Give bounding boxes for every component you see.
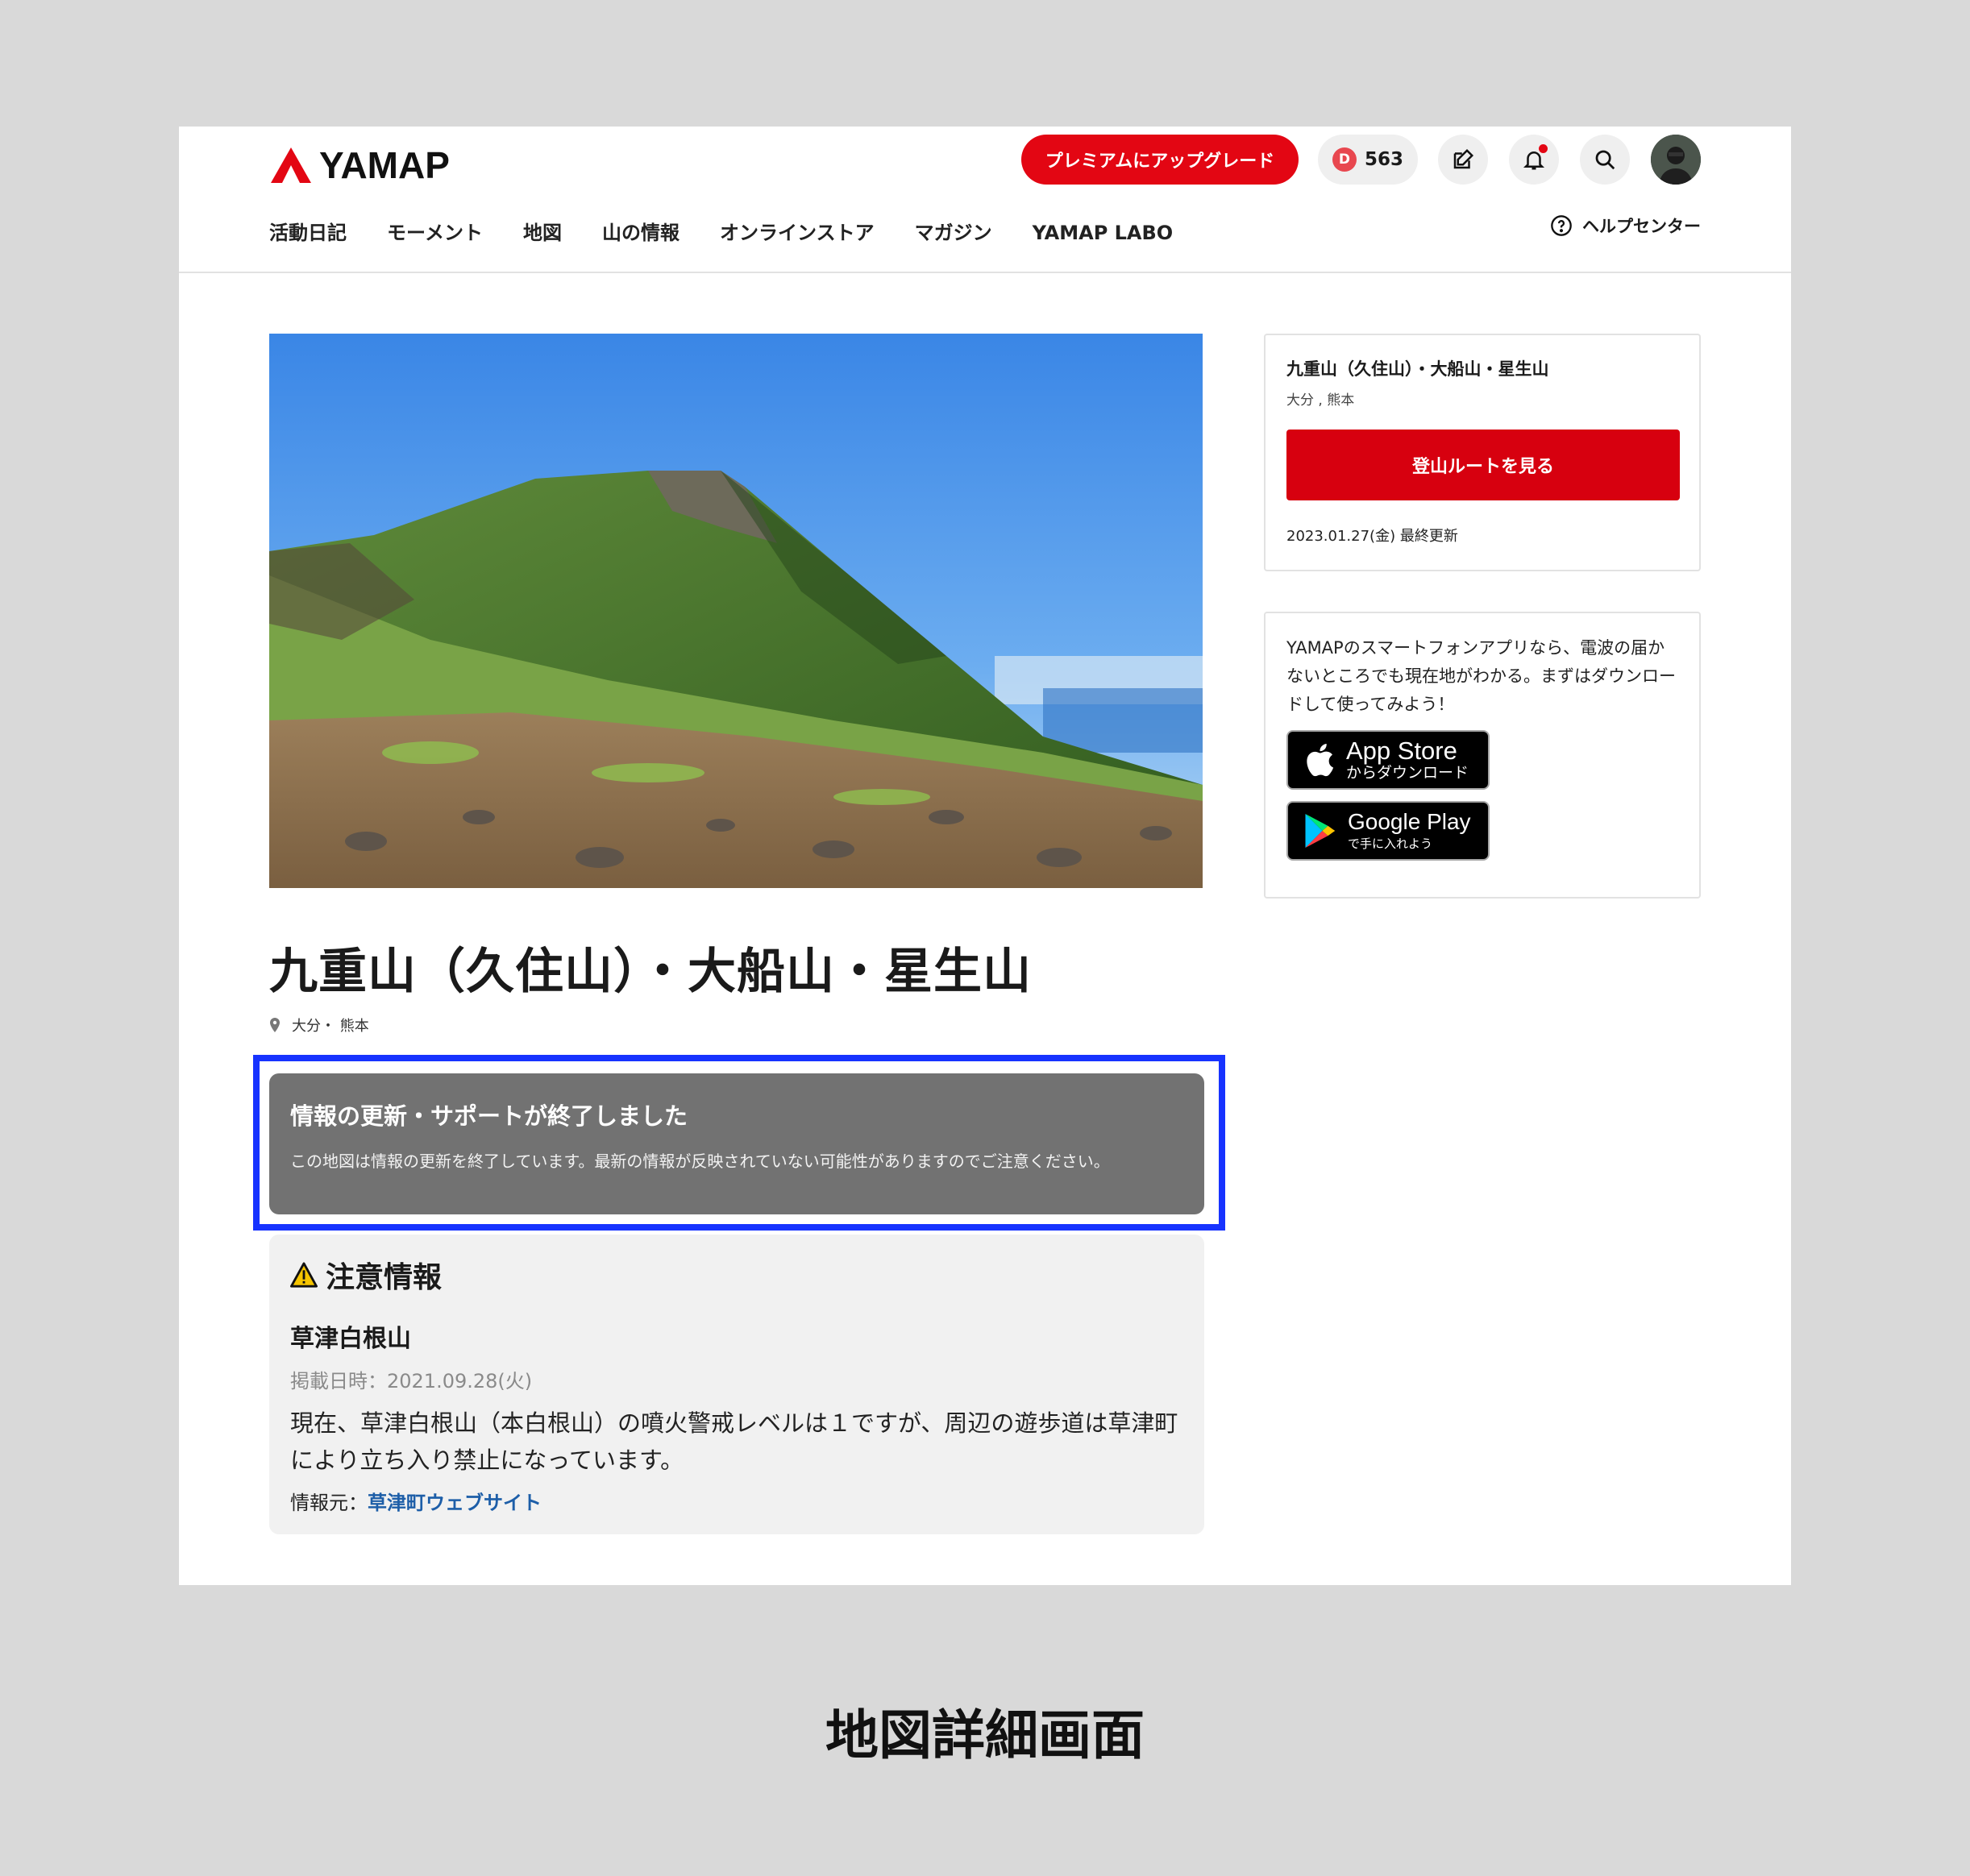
edit-button[interactable]: [1438, 135, 1488, 185]
caution-subtitle: 草津白根山: [290, 1325, 411, 1353]
google-play-icon: [1305, 814, 1336, 848]
nav-item-activities[interactable]: 活動日記: [269, 217, 347, 249]
nav-item-maps[interactable]: 地図: [523, 217, 562, 249]
last-updated: 2023.01.27(金) 最終更新: [1286, 528, 1458, 545]
apple-icon: [1307, 744, 1334, 777]
caution-heading: 注意情報: [290, 1256, 1183, 1294]
screen-caption: 地図詳細画面: [825, 1704, 1145, 1766]
view-route-button[interactable]: 登山ルートを見る: [1286, 430, 1680, 500]
main-nav: 活動日記 モーメント 地図 山の情報 オンラインストア マガジン YAMAP L…: [269, 217, 1213, 249]
location: 大分・ 熊本: [269, 1015, 369, 1036]
caution-info-card: 注意情報 草津白根山 掲載日時：2021.09.28(火) 現在、草津白根山（本…: [269, 1235, 1204, 1534]
site-header: YAMAP プレミアムにアップグレード D 563 活動日記 モーメント 地図 …: [179, 127, 1791, 273]
route-card: 九重山（久住山）・大船山・星生山 大分 , 熊本 登山ルートを見る 2023.0…: [1264, 334, 1701, 571]
notification-dot: [1539, 144, 1548, 153]
help-center-link[interactable]: ヘルプセンター: [1550, 214, 1701, 238]
source-label: 情報元：: [290, 1492, 368, 1514]
nav-item-mountain-info[interactable]: 山の情報: [602, 217, 680, 249]
app-promo-card: YAMAPのスマートフォンアプリなら、電波の届かないところでも現在地がわかる。ま…: [1264, 612, 1701, 899]
edit-icon: [1453, 148, 1474, 169]
mountain-photo: [269, 334, 1203, 888]
source-link[interactable]: 草津町ウェブサイト: [368, 1492, 542, 1514]
domo-point-icon: D: [1332, 147, 1357, 172]
nav-item-magazine[interactable]: マガジン: [915, 217, 992, 249]
app-store-text: App Store からダウンロード: [1346, 738, 1469, 782]
search-button[interactable]: [1580, 135, 1630, 185]
avatar-image: [1651, 135, 1701, 185]
help-icon: [1551, 215, 1572, 236]
app-promo-text: YAMAPのスマートフォンアプリなら、電波の届かないところでも現在地がわかる。ま…: [1286, 638, 1676, 714]
google-play-main: Google Play: [1348, 809, 1471, 834]
caution-text: 現在、草津白根山（本白根山）の噴火警戒レベルは１ですが、周辺の遊歩道は草津町によ…: [290, 1409, 1178, 1474]
map-pin-icon: [270, 1018, 280, 1032]
caution-heading-text: 注意情報: [326, 1261, 443, 1294]
mountain-logo-icon: [271, 147, 311, 183]
app-store-sub: からダウンロード: [1346, 764, 1469, 782]
warning-icon: [290, 1262, 318, 1288]
notice-body: この地図は情報の更新を終了しています。最新の情報が反映されていない可能性がありま…: [290, 1152, 1110, 1171]
google-play-sub: で手に入れよう: [1348, 836, 1433, 851]
premium-upgrade-button[interactable]: プレミアムにアップグレード: [1021, 135, 1299, 185]
caution-source: 情報元：草津町ウェブサイト: [290, 1487, 1183, 1515]
nav-item-yamap-labo[interactable]: YAMAP LABO: [1033, 217, 1174, 249]
page-title: 九重山（久住山）・大船山・星生山: [269, 944, 1032, 1000]
nav-item-moments[interactable]: モーメント: [387, 217, 483, 249]
user-avatar[interactable]: [1651, 135, 1701, 185]
route-card-title: 九重山（久住山）・大船山・星生山: [1286, 359, 1549, 379]
page: YAMAP プレミアムにアップグレード D 563 活動日記 モーメント 地図 …: [179, 127, 1791, 1585]
google-play-text: Google Play で手に入れよう: [1348, 809, 1471, 853]
points-value: 563: [1364, 149, 1403, 170]
notification-button[interactable]: [1509, 135, 1559, 185]
nav-item-online-store[interactable]: オンラインストア: [720, 217, 875, 249]
notice-title: 情報の更新・サポートが終了しました: [290, 1102, 688, 1130]
caution-date: 掲載日時：2021.09.28(火): [290, 1370, 533, 1392]
route-card-region: 大分 , 熊本: [1286, 392, 1355, 409]
location-text: 大分・ 熊本: [292, 1018, 369, 1035]
help-center-label: ヘルプセンター: [1582, 217, 1701, 236]
google-play-badge[interactable]: Google Play で手に入れよう: [1286, 801, 1490, 861]
support-ended-notice: 情報の更新・サポートが終了しました この地図は情報の更新を終了しています。最新の…: [269, 1073, 1204, 1214]
search-icon: [1595, 150, 1615, 170]
app-store-main: App Store: [1346, 737, 1457, 765]
logo-text: YAMAP: [319, 144, 450, 186]
yamap-logo[interactable]: YAMAP: [269, 141, 450, 189]
app-store-badge[interactable]: App Store からダウンロード: [1286, 730, 1490, 790]
points-button[interactable]: D 563: [1318, 135, 1418, 185]
